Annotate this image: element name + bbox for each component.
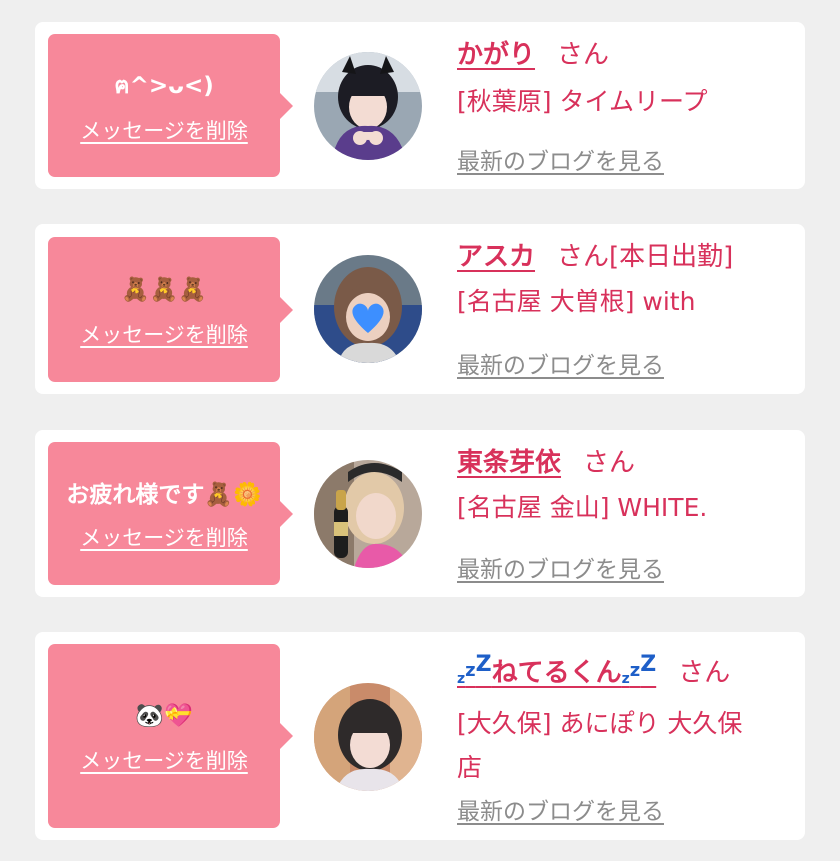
- delete-message-link[interactable]: メッセージを削除: [80, 522, 248, 552]
- avatar[interactable]: [314, 460, 422, 568]
- message-card: ฅ^>ᴗ<) メッセージを削除 かがり さん [秋葉原] タイムリープ 最新のブロ…: [35, 22, 805, 189]
- message-text: 🐼💝: [135, 703, 193, 729]
- shop-info-line: 店: [457, 753, 483, 782]
- attendance-status: [本日出勤]: [609, 242, 734, 272]
- message-card: お疲れ様です🧸🌼 メッセージを削除 東条芽依 さん [名古屋 金山] WHITE.…: [35, 430, 805, 597]
- cast-info: zzZねてるくんzzZ さん [大久保] あにぽり 大久保 店: [457, 646, 785, 790]
- honorific: さん: [557, 242, 610, 272]
- cast-info: かがり さん [秋葉原] タイムリープ: [457, 36, 785, 124]
- avatar[interactable]: [314, 255, 422, 363]
- latest-blog-link[interactable]: 最新のブログを見る: [457, 346, 664, 380]
- name-line: かがり さん: [457, 36, 785, 74]
- cast-name-link[interactable]: zzZねてるくんzzZ: [457, 652, 657, 688]
- cast-name-text: ねてるくん: [491, 658, 622, 688]
- shop-info: [大久保] あにぽり 大久保 店: [457, 702, 785, 790]
- shop-info: [名古屋 金山] WHITE.: [457, 493, 708, 522]
- latest-blog-link[interactable]: 最新のブログを見る: [457, 142, 664, 176]
- delete-message-link[interactable]: メッセージを削除: [80, 115, 248, 145]
- cast-name-link[interactable]: アスカ: [457, 242, 535, 272]
- avatar[interactable]: [314, 683, 422, 791]
- latest-blog-link[interactable]: 最新のブログを見る: [457, 550, 664, 584]
- avatar[interactable]: [314, 52, 422, 160]
- name-line: 東条芽依 さん: [457, 444, 785, 482]
- honorific: さん: [678, 658, 731, 688]
- message-text: お疲れ様です🧸🌼: [66, 481, 262, 508]
- message-card: 🐼💝 メッセージを削除 zzZねてるくんzzZ さん [大久保] あにぽり 大久保…: [35, 632, 805, 840]
- message-text: ฅ^>ᴗ<): [114, 72, 214, 99]
- sleep-icon: zzZ: [457, 652, 492, 687]
- name-line: zzZねてるくんzzZ さん: [457, 646, 785, 698]
- shop-info: [秋葉原] タイムリープ: [457, 87, 708, 116]
- message-bubble: 🧸🧸🧸 メッセージを削除: [48, 237, 293, 382]
- message-bubble: 🐼💝 メッセージを削除: [48, 644, 293, 828]
- cast-info: 東条芽依 さん [名古屋 金山] WHITE.: [457, 444, 785, 530]
- cast-info: アスカ さん[本日出勤] [名古屋 大曽根] with: [457, 238, 785, 324]
- message-bubble: お疲れ様です🧸🌼 メッセージを削除: [48, 442, 293, 585]
- message-text: 🧸🧸🧸: [121, 276, 207, 303]
- message-bubble: ฅ^>ᴗ<) メッセージを削除: [48, 34, 293, 177]
- honorific: さん: [557, 40, 610, 70]
- name-line: アスカ さん[本日出勤]: [457, 238, 785, 276]
- honorific: さん: [583, 448, 636, 478]
- sleep-icon: zzZ: [621, 652, 657, 687]
- delete-message-link[interactable]: メッセージを削除: [80, 745, 248, 775]
- cast-name-link[interactable]: かがり: [457, 40, 535, 70]
- shop-info-line: [大久保] あにぽり 大久保: [457, 709, 743, 738]
- cast-name-link[interactable]: 東条芽依: [457, 448, 561, 478]
- message-card: 🧸🧸🧸 メッセージを削除 アスカ さん[本日出勤] [名古屋 大曽根] with …: [35, 224, 805, 394]
- delete-message-link[interactable]: メッセージを削除: [80, 319, 248, 349]
- shop-info: [名古屋 大曽根] with: [457, 287, 696, 316]
- latest-blog-link[interactable]: 最新のブログを見る: [457, 792, 664, 826]
